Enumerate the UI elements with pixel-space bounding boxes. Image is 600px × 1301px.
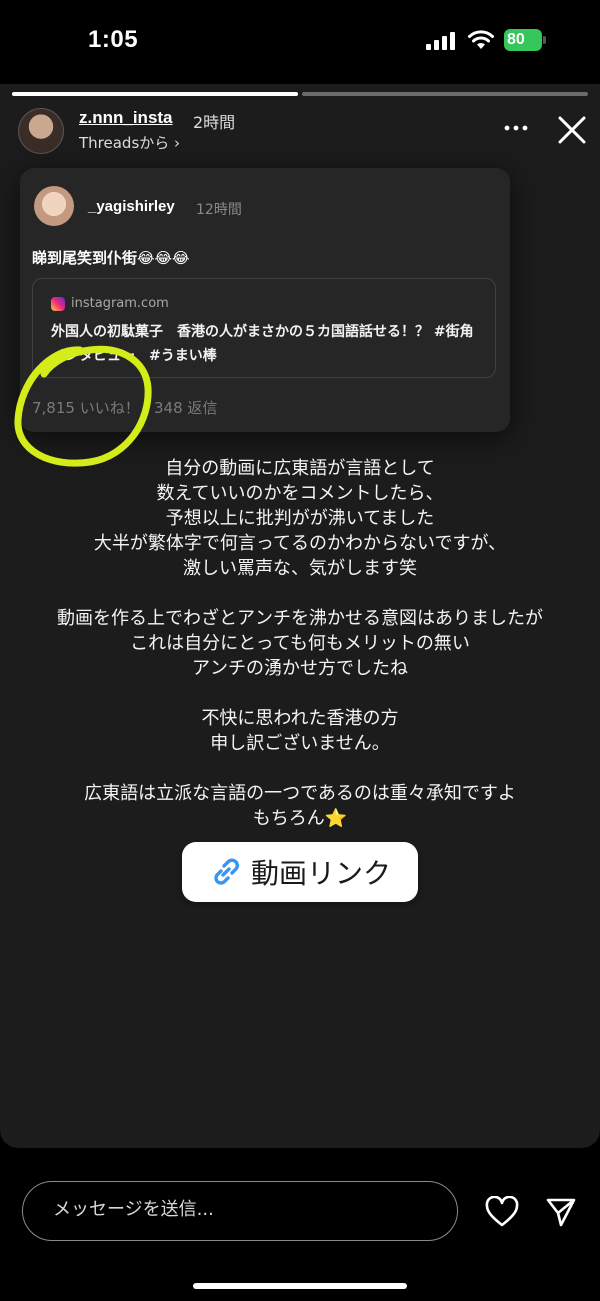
caption-line: 自分の動画に広東語が言語として xyxy=(165,458,435,479)
caption-line: 数えていいのかをコメントしたら、 xyxy=(156,483,444,504)
story-post-time: 2時間 xyxy=(193,113,236,132)
caption-line: アンチの湧かせ方でしたね xyxy=(192,658,408,679)
link-icon xyxy=(214,858,239,885)
story-progress-2 xyxy=(302,92,588,96)
video-link-label: 動画リンク xyxy=(250,857,391,890)
yellow-highlight-circle xyxy=(14,345,152,467)
star-emoji: ⭐ xyxy=(324,808,348,829)
battery-nub xyxy=(543,36,546,44)
video-link-sticker[interactable]: 動画リンク xyxy=(182,842,418,902)
caption-line: 予想以上に批判がが沸いてました xyxy=(165,508,435,529)
home-indicator xyxy=(193,1283,407,1289)
caption-line-last: もちろん⭐ xyxy=(0,806,600,831)
caption-line: 動画を作る上でわざとアンチを沸かせる意図はありましたが xyxy=(57,608,543,629)
caption-line: 広東語は立派な言語の一つであるのは重々承知ですよ xyxy=(84,783,516,804)
heart-icon[interactable] xyxy=(485,1196,519,1228)
clock: 1:05 xyxy=(88,26,139,53)
caption-line: 大半が繁体字で何言ってるのかわからないですが、 xyxy=(93,533,507,554)
threads-author-username: _yagishirley xyxy=(88,198,175,215)
threads-post-text: 睇到尾笑到仆街😂😂😂 xyxy=(32,249,190,267)
threads-post-time: 12時間 xyxy=(196,202,242,218)
instagram-icon xyxy=(51,297,65,311)
story-progress-1-fill xyxy=(12,92,298,96)
caption-gap xyxy=(0,681,600,706)
send-icon[interactable] xyxy=(545,1196,577,1228)
caption-gap xyxy=(0,756,600,781)
more-options-icon[interactable] xyxy=(503,118,529,138)
caption-line-text: もちろん xyxy=(252,808,325,829)
close-icon[interactable] xyxy=(556,114,588,146)
status-bar: 1:05 80 xyxy=(0,0,600,80)
threads-source-link[interactable]: Threadsから › xyxy=(79,132,180,153)
caption-gap xyxy=(0,581,600,606)
caption-line: これは自分にとっても何もメリットの無い xyxy=(130,633,470,654)
caption-line: 申し訳ございません。 xyxy=(210,733,390,754)
cellular-signal-icon xyxy=(426,32,455,50)
send-message-input[interactable]: メッセージを送信... xyxy=(22,1181,458,1241)
battery-indicator: 80 xyxy=(504,29,542,51)
story-author-username[interactable]: z.nnn_insta xyxy=(79,108,173,128)
story-author-avatar[interactable] xyxy=(18,108,64,154)
threads-author-avatar xyxy=(34,186,74,226)
story-progress-1 xyxy=(12,92,298,96)
caption-line: 不快に思われた香港の方 xyxy=(201,708,399,729)
caption-line: 激しい罵声な、気がします笑 xyxy=(183,558,417,579)
link-domain: instagram.com xyxy=(71,296,169,311)
story-caption: 自分の動画に広東語が言語として 数えていいのかをコメントしたら、 予想以上に批判… xyxy=(0,456,600,831)
wifi-icon xyxy=(468,30,494,49)
